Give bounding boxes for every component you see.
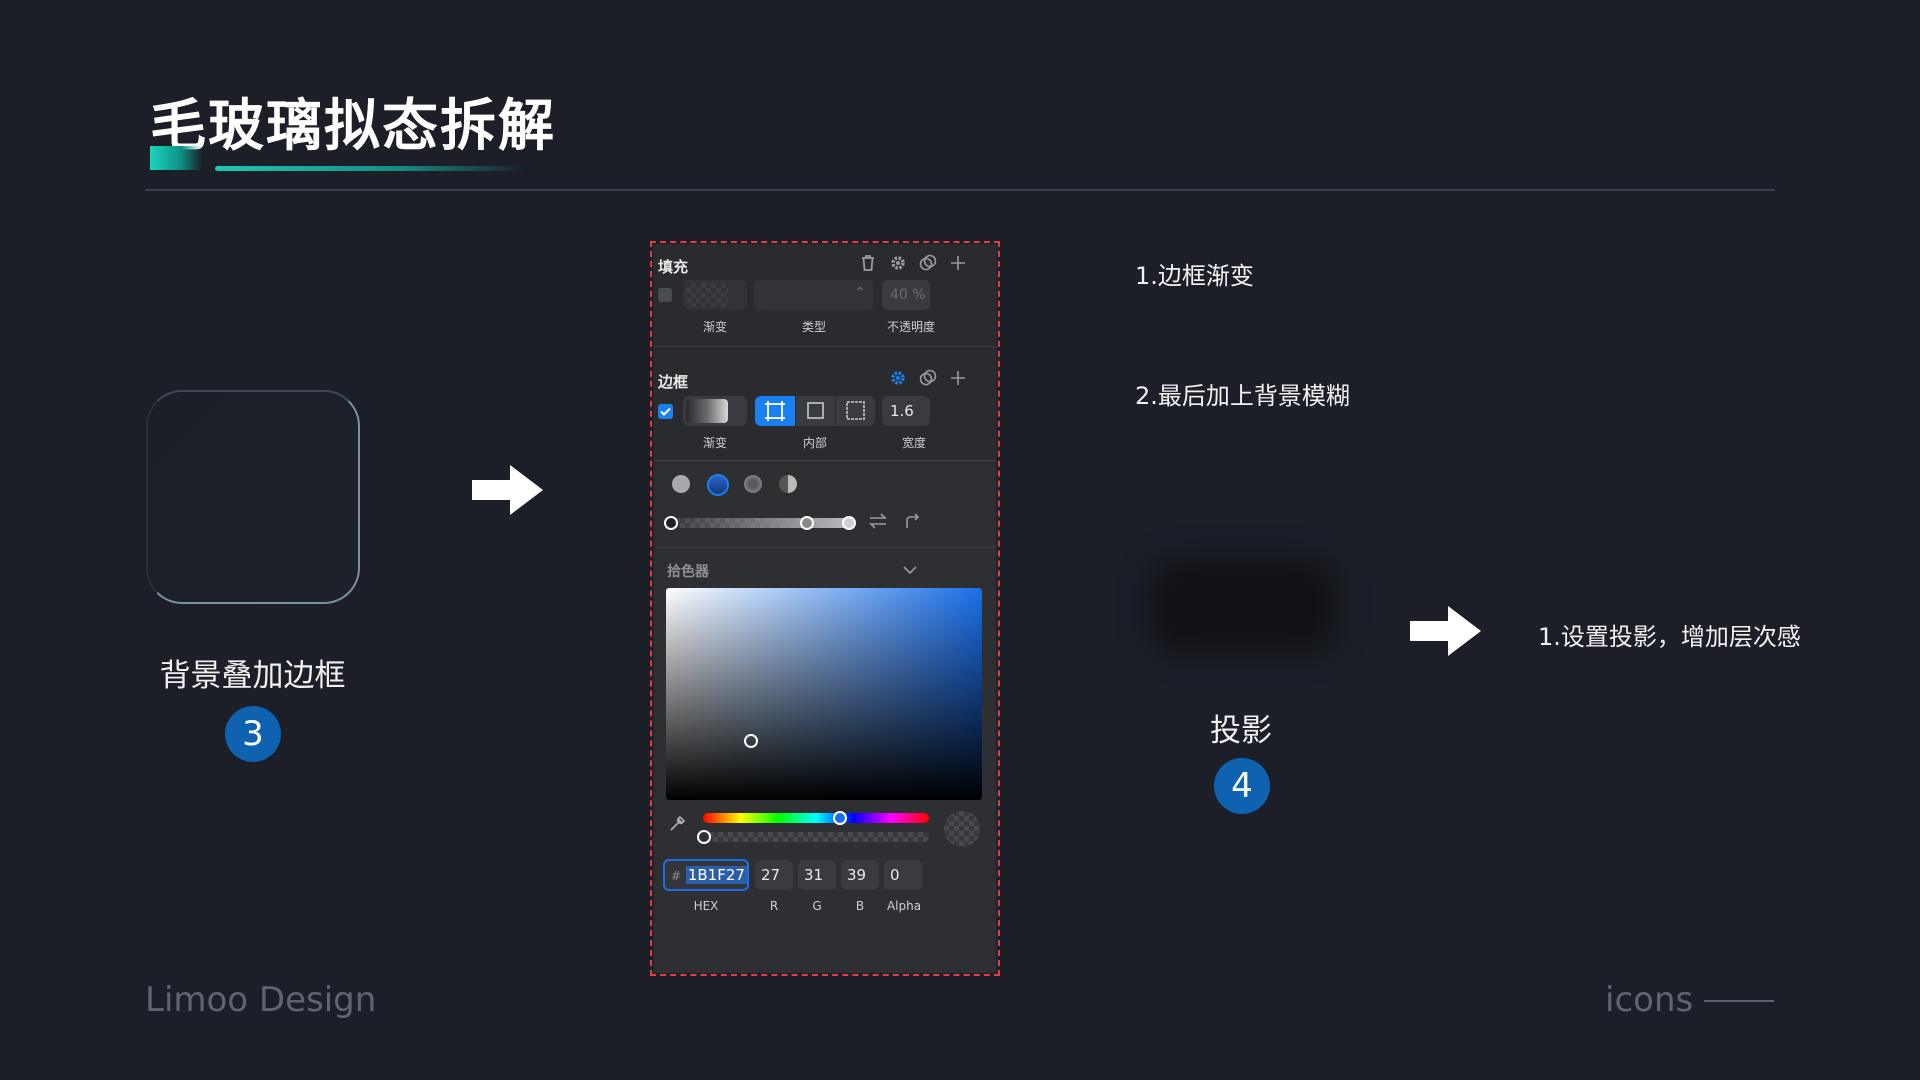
left-caption: 背景叠加边框 <box>159 658 346 694</box>
alpha-handle[interactable] <box>697 830 711 844</box>
step-badge-3: 3 <box>225 706 281 762</box>
hex-input[interactable]: # 1B1F27 <box>663 859 749 891</box>
eyedropper-icon[interactable] <box>667 813 689 835</box>
b-label: B <box>855 899 865 913</box>
fill-opacity-input[interactable]: 40 % <box>882 280 930 310</box>
gradient-stop[interactable] <box>800 516 814 530</box>
note-border-gradient: 1.边框渐变 <box>1135 262 1254 290</box>
trash-icon[interactable] <box>857 254 879 276</box>
blend-mode-icon[interactable] <box>917 254 939 276</box>
r-label: R <box>769 899 779 913</box>
border-position-label: 内部 <box>802 436 827 450</box>
color-preview-swatch <box>944 811 980 847</box>
border-width-label: 宽度 <box>901 436 926 450</box>
inspector-panel: 填充 ⌃ 40 % 渐变 类型 不透明度 边框 1.6 渐变 内部 宽度 拾色器… <box>653 244 997 973</box>
alpha-slider[interactable] <box>703 832 929 842</box>
radial-gradient-icon[interactable] <box>744 475 762 493</box>
fill-gradient-swatch[interactable] <box>683 280 747 310</box>
rotate-icon[interactable] <box>901 512 923 534</box>
border-gradient-swatch[interactable] <box>683 396 747 426</box>
add-fill-icon[interactable] <box>947 254 969 276</box>
shadow-caption: 投影 <box>1210 713 1272 749</box>
chevron-down-icon[interactable] <box>899 559 921 581</box>
fill-opacity-label: 不透明度 <box>886 320 935 334</box>
g-label: G <box>812 899 822 913</box>
alpha-input[interactable]: 0 <box>884 860 922 890</box>
gradient-slider[interactable] <box>670 518 850 528</box>
fill-enable-checkbox[interactable] <box>658 288 672 302</box>
popover-divider <box>655 547 995 548</box>
right-arrow-icon <box>472 465 543 515</box>
linear-gradient-icon[interactable] <box>707 474 729 496</box>
hex-label: HEX <box>693 899 719 913</box>
shadow-sample <box>1148 558 1338 654</box>
solid-fill-icon[interactable] <box>672 475 690 493</box>
r-input[interactable]: 27 <box>755 860 793 890</box>
border-center-button[interactable] <box>755 396 795 426</box>
color-picker-label: 拾色器 <box>667 564 709 580</box>
g-input[interactable]: 31 <box>798 860 836 890</box>
add-border-icon[interactable] <box>947 369 969 391</box>
note-shadow: 1.设置投影，增加层次感 <box>1538 623 1801 651</box>
right-arrow-icon <box>1410 606 1481 656</box>
hue-slider[interactable] <box>703 813 929 823</box>
fill-type-label: 渐变 <box>702 320 727 334</box>
fill-type-select[interactable]: ⌃ <box>754 280 874 310</box>
fill-kind-label: 类型 <box>801 320 826 334</box>
note-background-blur: 2.最后加上背景模糊 <box>1135 382 1350 410</box>
color-cursor[interactable] <box>744 734 758 748</box>
blend-mode-icon[interactable] <box>917 369 939 391</box>
border-header: 边框 <box>658 373 689 391</box>
gradient-stop[interactable] <box>842 516 856 530</box>
hue-handle[interactable] <box>833 811 847 825</box>
title-accent-block <box>150 146 202 170</box>
gradient-popover: 拾色器 # 1B1F27 27 31 39 0 HEX R G B Alpha <box>655 460 995 973</box>
border-inside-button[interactable] <box>796 396 835 426</box>
section-divider <box>653 346 997 347</box>
page-title: 毛玻璃拟态拆解 <box>150 94 556 159</box>
footer-line <box>1704 1000 1774 1002</box>
angular-gradient-icon[interactable] <box>779 475 797 493</box>
b-input[interactable]: 39 <box>841 860 879 890</box>
swap-icon[interactable] <box>867 512 889 534</box>
title-underline <box>215 166 525 171</box>
header-divider <box>145 189 1775 191</box>
gear-icon[interactable] <box>887 254 909 276</box>
border-type-label: 渐变 <box>702 436 727 450</box>
step-badge-4: 4 <box>1214 758 1270 814</box>
gradient-stop[interactable] <box>664 516 678 530</box>
fill-header: 填充 <box>658 258 689 276</box>
alpha-label: Alpha <box>886 899 922 913</box>
saturation-field[interactable] <box>666 588 982 800</box>
border-outside-button[interactable] <box>836 396 875 426</box>
gear-icon-active[interactable] <box>887 369 909 391</box>
footer-brand: Limoo Design <box>145 980 377 1020</box>
border-width-input[interactable]: 1.6 <box>882 396 930 426</box>
footer-section: icons <box>1605 980 1694 1020</box>
glass-sample-box <box>146 390 360 604</box>
border-enable-checkbox[interactable] <box>658 404 673 419</box>
